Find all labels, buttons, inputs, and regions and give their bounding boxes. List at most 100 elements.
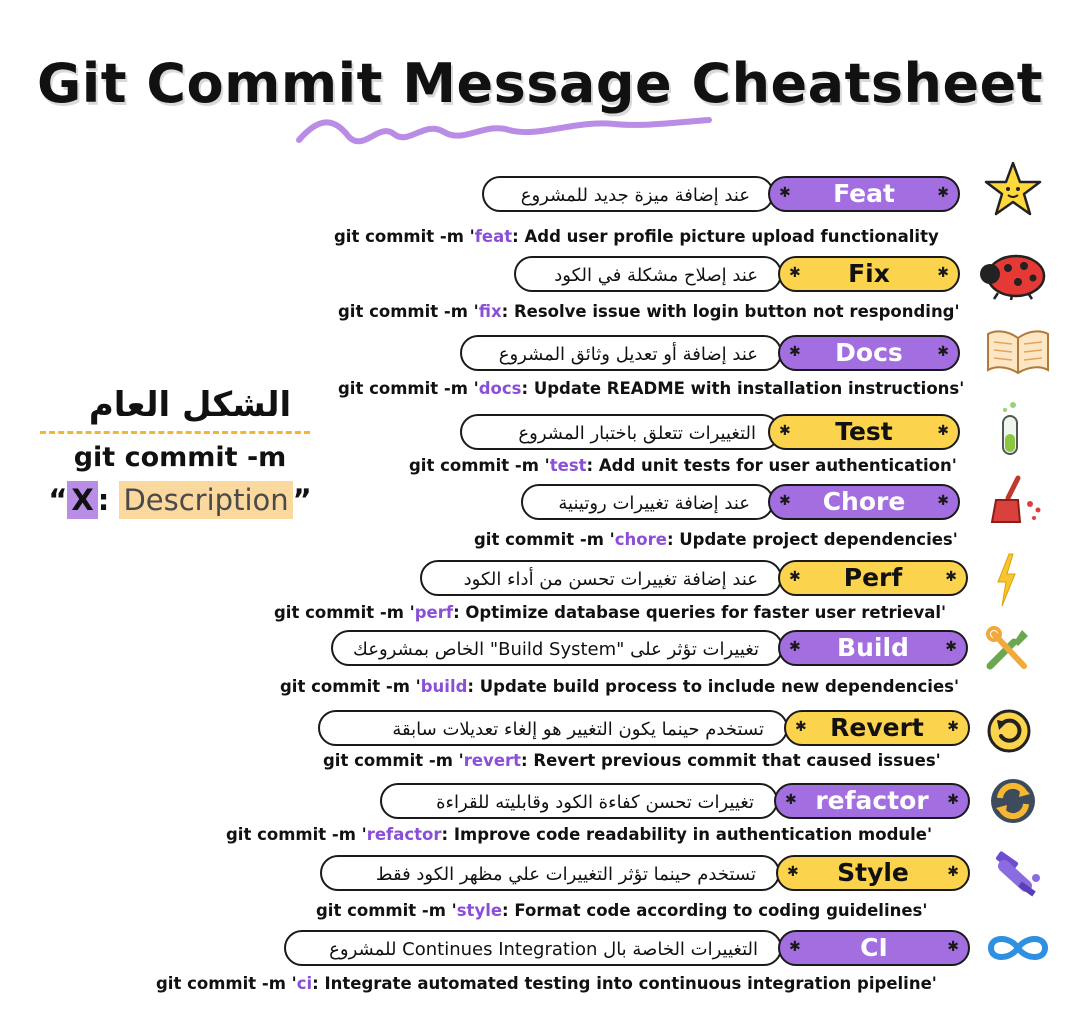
tag-dot: ✱: [779, 185, 791, 201]
example-message: : Revert previous commit that caused iss…: [521, 751, 941, 770]
commit-type-row-refactor: تغييرات تحسن كفاءة الكود وقابليته للقراء…: [0, 783, 1080, 823]
commit-type-label: Perf: [843, 563, 903, 592]
commit-type-tag: ✱ Test ✱: [768, 414, 960, 450]
commit-example: git commit -m 'perf: Optimize database q…: [274, 603, 946, 622]
example-message: : Add user profile picture upload functi…: [512, 227, 939, 246]
tag-dot: ✱: [789, 265, 801, 281]
example-prefix: git commit -m ': [334, 227, 475, 246]
commit-example: git commit -m 'build: Update build proce…: [280, 677, 959, 696]
commit-type-label: refactor: [815, 786, 929, 815]
commit-type-description: عند إضافة تغييرات روتينية: [521, 484, 774, 520]
example-keyword: test: [549, 456, 587, 475]
tag-dot: ✱: [789, 569, 801, 585]
example-keyword: style: [456, 901, 503, 920]
squiggle-underline: [296, 117, 712, 145]
broom-icon: [990, 475, 1041, 523]
example-keyword: feat: [474, 227, 513, 246]
commit-type-description: عند إضافة تغييرات تحسن من أداء الكود: [420, 560, 782, 596]
tag-dot: ✱: [779, 423, 791, 439]
tag-dot: ✱: [945, 639, 957, 655]
commit-type-row-revert: تستخدم حينما يكون التغيير هو إلغاء تعديل…: [0, 710, 1080, 750]
example-prefix: git commit -m ': [316, 901, 457, 920]
example-keyword: chore: [614, 530, 667, 549]
example-message: : Update project dependencies': [666, 530, 958, 549]
example-message: : Format code according to coding guidel…: [502, 901, 928, 920]
commit-type-description: التغييرات الخاصة بال Continues Integrati…: [284, 930, 782, 966]
example-prefix: git commit -m ': [226, 825, 367, 844]
tag-dot: ✱: [779, 493, 791, 509]
commit-type-tag: ✱ Perf ✱: [778, 560, 968, 596]
commit-type-label: Fix: [848, 259, 890, 288]
commit-example: git commit -m 'chore: Update project dep…: [474, 530, 958, 549]
commit-example: git commit -m 'docs: Update README with …: [338, 379, 964, 398]
tag-dot: ✱: [947, 864, 959, 880]
commit-type-description: تغييرات تحسن كفاءة الكود وقابليته للقراء…: [380, 783, 778, 819]
tag-dot: ✱: [789, 344, 801, 360]
infinity-icon: [987, 936, 1049, 960]
ladybug-icon: [980, 254, 1046, 300]
commit-type-tag: ✱ Chore ✱: [768, 484, 960, 520]
commit-type-label: Docs: [835, 338, 903, 367]
example-keyword: fix: [478, 302, 502, 321]
example-keyword: docs: [478, 379, 522, 398]
commit-type-description: تستخدم حينما يكون التغيير هو إلغاء تعديل…: [318, 710, 788, 746]
example-prefix: git commit -m ': [156, 974, 297, 993]
example-message: : Add unit tests for user authentication…: [586, 456, 957, 475]
example-message: : Improve code readability in authentica…: [441, 825, 933, 844]
commit-example: git commit -m 'ci: Integrate automated t…: [156, 974, 937, 993]
refresh-icon: [991, 779, 1035, 823]
commit-type-tag: ✱ Revert ✱: [784, 710, 970, 746]
undo-icon: [987, 709, 1031, 753]
tag-dot: ✱: [795, 719, 807, 735]
example-prefix: git commit -m ': [474, 530, 615, 549]
example-prefix: git commit -m ': [338, 379, 479, 398]
paint-brush-icon: [995, 851, 1040, 897]
commit-type-row-fix: عند إصلاح مشكلة في الكود ✱ Fix ✱: [0, 256, 1080, 296]
commit-type-description: التغييرات تتعلق باختبار المشروع: [460, 414, 780, 450]
tag-dot: ✱: [937, 423, 949, 439]
commit-type-description: عند إضافة أو تعديل وثائق المشروع: [460, 335, 782, 371]
commit-type-description: عند إضافة ميزة جديد للمشروع: [482, 176, 774, 212]
commit-type-label: CI: [860, 933, 888, 962]
commit-type-label: Build: [837, 633, 909, 662]
commit-example: git commit -m 'fix: Resolve issue with l…: [338, 302, 960, 321]
example-keyword: build: [420, 677, 468, 696]
commit-example: git commit -m 'style: Format code accord…: [316, 901, 927, 920]
commit-type-description: تغييرات تؤثر على "Build System" الخاص بم…: [331, 630, 783, 666]
commit-type-tag: ✱ refactor ✱: [774, 783, 970, 819]
example-prefix: git commit -m ': [280, 677, 421, 696]
commit-type-description: تستخدم حينما تؤثر التغييرات علي مظهر الك…: [320, 855, 780, 891]
example-prefix: git commit -m ': [274, 603, 415, 622]
commit-example: git commit -m 'revert: Revert previous c…: [323, 751, 941, 770]
page-title: Git Commit Message Cheatsheet: [36, 52, 1044, 115]
commit-type-row-style: تستخدم حينما تؤثر التغييرات علي مظهر الك…: [0, 855, 1080, 895]
example-keyword: perf: [414, 603, 454, 622]
tag-dot: ✱: [785, 792, 797, 808]
commit-type-row-chore: عند إضافة تغييرات روتينية ✱ Chore ✱: [0, 484, 1080, 524]
commit-example: git commit -m 'feat: Add user profile pi…: [334, 227, 939, 246]
tools-icon: [986, 626, 1028, 670]
commit-type-tag: ✱ Feat ✱: [768, 176, 960, 212]
example-prefix: git commit -m ': [409, 456, 550, 475]
example-keyword: refactor: [366, 825, 442, 844]
commit-type-row-docs: عند إضافة أو تعديل وثائق المشروع ✱ Docs ✱: [0, 335, 1080, 375]
commit-type-tag: ✱ Docs ✱: [778, 335, 960, 371]
tag-dot: ✱: [789, 639, 801, 655]
example-prefix: git commit -m ': [323, 751, 464, 770]
commit-type-tag: ✱ Style ✱: [776, 855, 970, 891]
commit-type-row-test: التغييرات تتعلق باختبار المشروع ✱ Test ✱: [0, 414, 1080, 454]
tag-dot: ✱: [937, 265, 949, 281]
example-message: : Update README with installation instru…: [521, 379, 965, 398]
lightning-icon: [997, 553, 1016, 607]
commit-type-label: Style: [837, 858, 909, 887]
commit-type-row-build: تغييرات تؤثر على "Build System" الخاص بم…: [0, 630, 1080, 670]
commit-type-row-feat: عند إضافة ميزة جديد للمشروع ✱ Feat ✱: [0, 176, 1080, 216]
commit-type-row-perf: عند إضافة تغييرات تحسن من أداء الكود ✱ Per…: [0, 560, 1080, 600]
commit-type-tag: ✱ Build ✱: [778, 630, 968, 666]
tag-dot: ✱: [787, 864, 799, 880]
tag-dot: ✱: [937, 185, 949, 201]
example-keyword: revert: [463, 751, 522, 770]
commit-type-tag: ✱ Fix ✱: [778, 256, 960, 292]
tag-dot: ✱: [789, 939, 801, 955]
example-message: : Optimize database queries for faster u…: [453, 603, 947, 622]
